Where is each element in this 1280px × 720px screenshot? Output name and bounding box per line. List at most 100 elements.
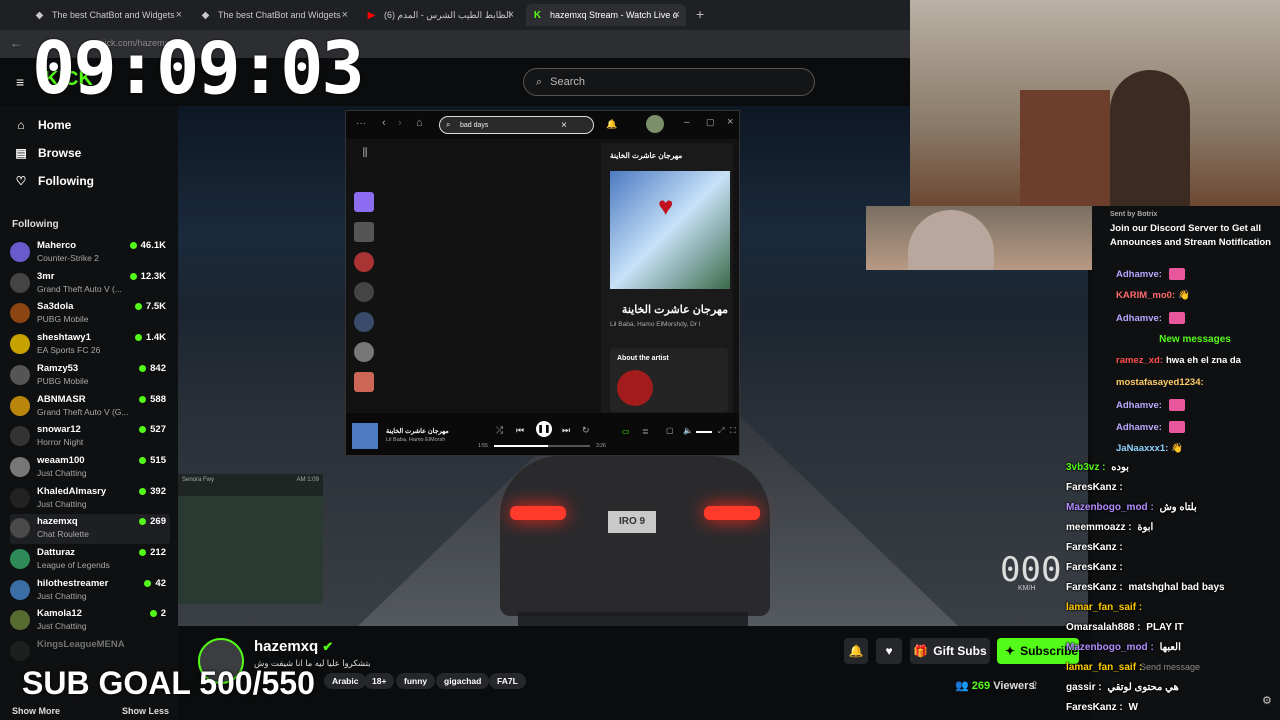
chat-message[interactable]: Adhamve: [1116, 268, 1185, 280]
progress-track[interactable] [494, 445, 590, 447]
sidebar-channel[interactable]: Maherco Counter-Strike 2 46.1K [10, 238, 170, 268]
notification-bell-button[interactable]: 🔔 [844, 638, 868, 664]
chat-username[interactable]: JaNaaxxx1: [1116, 443, 1168, 454]
sidebar-channel[interactable]: hilothestreamer Just Chatting 42 [10, 576, 170, 606]
spotify-window[interactable]: ··· ‹ › ⌂ ⌕ bad days × 🔔 – ▢ × ⫼ مهرجان … [345, 110, 740, 456]
about-artist-card[interactable]: About the artist [610, 348, 728, 412]
sidebar-channel[interactable]: KingsLeagueMENA [10, 637, 170, 667]
show-more-button[interactable]: Show More [12, 706, 60, 716]
chat-message[interactable]: mostafasayed1234: [1116, 377, 1207, 388]
sidebar-channel[interactable]: Kamola12 Just Chatting 2 [10, 606, 170, 636]
back-icon[interactable]: ‹ [382, 117, 386, 129]
next-icon[interactable]: ⏭ [562, 425, 570, 436]
streamer-name[interactable]: hazemxq ✔ [254, 638, 333, 655]
spotify-search-input[interactable]: ⌕ bad days × [439, 116, 594, 134]
sidebar-channel[interactable]: snowar12 Horror Night 527 [10, 422, 170, 452]
chat-message[interactable]: KARIM_mo0: 👋 [1116, 290, 1190, 301]
tag[interactable]: Arabic [324, 673, 367, 689]
volume-slider[interactable] [696, 431, 712, 433]
device-icon[interactable]: ▢ [666, 426, 674, 435]
chat-input[interactable]: Send message [1140, 662, 1200, 672]
volume-icon[interactable]: 🔈 [683, 426, 693, 435]
show-less-button[interactable]: Show Less [122, 706, 169, 716]
fullscreen-icon[interactable]: ⛶ [730, 426, 736, 436]
browser-tab[interactable]: ◆ The best ChatBot and Widgets × [194, 4, 354, 26]
tag[interactable]: 18+ [364, 673, 395, 689]
chat-username[interactable]: Adhamve: [1116, 400, 1162, 411]
miniplayer-icon[interactable]: ⤢ [718, 426, 724, 436]
artist-tile[interactable] [354, 342, 374, 362]
liked-songs-tile[interactable] [354, 192, 374, 212]
close-icon[interactable]: × [342, 9, 348, 21]
song-artists[interactable]: Lil Baba, Hamo ElMorshdy, Dr I [610, 321, 701, 328]
bell-icon[interactable]: 🔔 [606, 119, 617, 130]
queue-icon[interactable]: ≣ [642, 427, 649, 436]
follow-button[interactable]: ♥ [876, 638, 902, 664]
tag[interactable]: gigachad [436, 673, 490, 689]
avatar[interactable] [646, 115, 664, 133]
overlay-username: gassir : [1066, 682, 1102, 693]
nav-home[interactable]: ⌂ Home [14, 118, 71, 132]
pause-button[interactable]: ❚❚ [536, 421, 552, 437]
lyrics-icon[interactable]: ▭ [622, 427, 630, 436]
browser-tab-active[interactable]: K hazemxq Stream - Watch Live o × [526, 4, 686, 26]
shuffle-icon[interactable]: ⤮ [496, 425, 503, 436]
maximize-icon[interactable]: ▢ [706, 117, 715, 128]
new-messages-divider[interactable]: New messages [1110, 334, 1280, 345]
chat-username[interactable]: Adhamve: [1116, 422, 1162, 433]
back-icon[interactable]: ← [10, 36, 22, 50]
close-icon[interactable]: × [176, 9, 182, 21]
sidebar-channel[interactable]: weaam100 Just Chatting 515 [10, 453, 170, 483]
search-input[interactable]: ⌕ Search [523, 68, 815, 96]
album-tile[interactable] [354, 372, 374, 392]
new-tab-icon[interactable]: + [696, 6, 704, 22]
sidebar-channel[interactable]: Sa3dola PUBG Mobile 7.5K [10, 299, 170, 329]
artist-tile[interactable] [354, 252, 374, 272]
close-icon[interactable]: × [727, 116, 733, 128]
chat-message[interactable]: Adhamve: [1116, 312, 1185, 324]
sidebar-channel[interactable]: sheshtawy1 EA Sports FC 26 1.4K [10, 330, 170, 360]
chat-username[interactable]: KARIM_mo0: [1116, 290, 1175, 301]
playlist-tile[interactable] [354, 222, 374, 242]
nav-following[interactable]: ♡ Following [14, 174, 94, 188]
sidebar-channel[interactable]: Ramzy53 PUBG Mobile 842 [10, 361, 170, 391]
more-icon[interactable]: ··· [356, 118, 366, 129]
chat-message[interactable]: Adhamve: [1116, 421, 1185, 433]
chat-message[interactable]: JaNaaxxx1: 👋 [1116, 443, 1183, 454]
minimize-icon[interactable]: – [684, 117, 690, 128]
gift-subs-button[interactable]: 🎁 Gift Subs [910, 638, 990, 664]
sidebar-channel[interactable]: ABNMASR Grand Theft Auto V (G... 588 [10, 392, 170, 422]
chat-username[interactable]: ramez_xd: [1116, 355, 1163, 366]
home-icon[interactable]: ⌂ [416, 117, 423, 129]
close-icon[interactable]: × [674, 9, 680, 21]
artist-tile[interactable] [354, 312, 374, 332]
artist-tile[interactable] [354, 282, 374, 302]
chat-username[interactable]: Adhamve: [1116, 269, 1162, 280]
tag[interactable]: funny [396, 673, 436, 689]
library-icon[interactable]: ⫼ [354, 147, 376, 160]
player-artist[interactable]: Lil Baba, Hamo ElMorsh [386, 437, 445, 443]
repeat-icon[interactable]: ↻ [582, 425, 590, 436]
sidebar-channel[interactable]: 3mr Grand Theft Auto V (... 12.3K [10, 269, 170, 299]
share-icon[interactable]: ⇪ [1030, 679, 1039, 692]
chat-username[interactable]: mostafasayed1234: [1116, 377, 1204, 388]
player-title[interactable]: مهرجان عاشرت الخاينة [386, 427, 449, 435]
song-title[interactable]: مهرجان عاشرت الخاينة [610, 303, 728, 316]
menu-icon[interactable]: ≡ [16, 74, 24, 90]
nav-browse[interactable]: ▤ Browse [14, 146, 81, 160]
forward-icon[interactable]: › [398, 117, 402, 129]
close-icon[interactable]: × [508, 9, 514, 21]
clear-icon[interactable]: × [561, 120, 567, 131]
sidebar-channel[interactable]: KhaledAlmasry Just Chatting 392 [10, 484, 170, 514]
chat-username[interactable]: Adhamve: [1116, 313, 1162, 324]
chat-message[interactable]: ramez_xd: hwa eh el zna da [1116, 355, 1241, 366]
sidebar-channel[interactable]: Datturaz League of Legends 212 [10, 545, 170, 575]
settings-icon[interactable]: ⚙ [1262, 694, 1272, 707]
browser-tab[interactable]: ◆ The best ChatBot and Widgets × [28, 4, 188, 26]
tag[interactable]: FA7L [489, 673, 526, 689]
sidebar-channel[interactable]: hazemxq Chat Roulette 269 [10, 514, 170, 545]
previous-icon[interactable]: ⏮ [516, 425, 524, 436]
browser-tab[interactable]: ▶ الظابط الطيب الشرس - المدم (6) × [360, 4, 520, 26]
webcam-secondary [866, 206, 1092, 270]
chat-message[interactable]: Adhamve: [1116, 399, 1185, 411]
